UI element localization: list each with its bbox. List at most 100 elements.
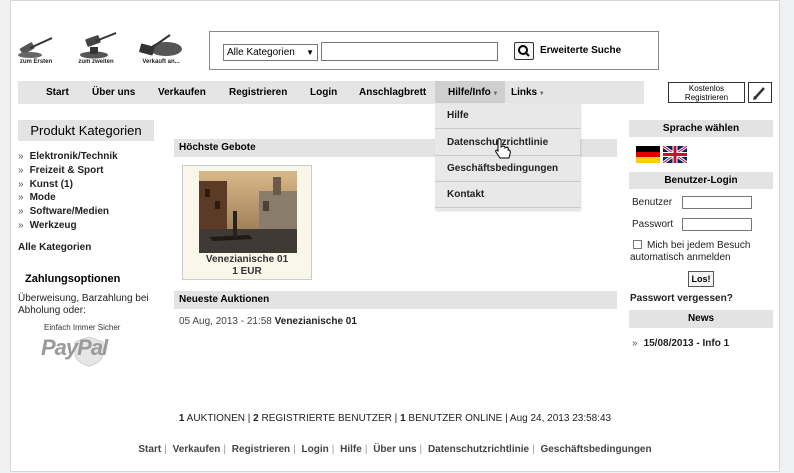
site-stats: 1 AUKTIONEN | 2 REGISTRIERTE BENUTZER | … bbox=[178, 413, 612, 424]
nav-verkaufen[interactable]: Verkaufen bbox=[158, 87, 206, 98]
username-input[interactable] bbox=[682, 196, 752, 209]
edit-button[interactable] bbox=[748, 82, 772, 103]
bullet-icon: » bbox=[18, 165, 24, 176]
nav-login[interactable]: Login bbox=[310, 87, 337, 98]
footer-link-hilfe[interactable]: Hilfe bbox=[340, 444, 362, 455]
bullet-icon: » bbox=[18, 192, 24, 203]
footer-link-datenschutz[interactable]: Datenschutzrichtlinie bbox=[428, 444, 529, 455]
register-line1: Kostenlos bbox=[688, 84, 725, 93]
nav-start[interactable]: Start bbox=[46, 87, 69, 98]
stat-online-label: BENUTZER ONLINE bbox=[408, 413, 503, 424]
username-label: Benutzer bbox=[632, 197, 673, 208]
forgot-password-link[interactable]: Passwort vergessen? bbox=[630, 293, 733, 304]
register-free-button[interactable]: Kostenlos Registrieren bbox=[668, 82, 745, 103]
category-label: Mode bbox=[29, 192, 56, 203]
category-item[interactable]: » Werkzeug bbox=[18, 220, 77, 231]
search-button[interactable] bbox=[514, 42, 534, 60]
category-item[interactable]: » Kunst (1) bbox=[18, 179, 73, 190]
flag-germany-icon[interactable] bbox=[636, 146, 660, 163]
gavel-icon bbox=[18, 37, 53, 58]
chevron-down-icon: ▼ bbox=[306, 48, 314, 57]
category-label: Werkzeug bbox=[29, 220, 77, 231]
bullet-icon: » bbox=[18, 151, 24, 162]
flag-uk-icon[interactable] bbox=[663, 146, 687, 163]
password-label: Passwort bbox=[632, 219, 674, 230]
category-item[interactable]: » Mode bbox=[18, 192, 56, 203]
password-input[interactable] bbox=[682, 218, 752, 231]
bullet-icon: » bbox=[18, 179, 24, 190]
news-header: News bbox=[629, 310, 773, 328]
newest-auction-date: 05 Aug, 2013 - 21:58 bbox=[179, 316, 272, 327]
footer-links: Start | Verkaufen | Registrieren | Login | H… bbox=[138, 444, 652, 455]
main-nav: Start Über uns Verkaufen Registrieren Lo… bbox=[18, 81, 644, 104]
logo-zum-zweiten[interactable]: zum zweiten bbox=[74, 31, 118, 65]
logo-label: zum Ersten bbox=[19, 59, 53, 65]
newest-auction-row: 05 Aug, 2013 - 21:58 Venezianische 01 bbox=[179, 316, 357, 327]
language-header: Sprache wählen bbox=[629, 120, 773, 137]
hand-cursor-icon bbox=[495, 138, 511, 159]
advanced-search-link[interactable]: Erweiterte Suche bbox=[540, 45, 621, 56]
payment-text: Überweisung, Barzahlung bei Abholung ode… bbox=[18, 293, 149, 316]
categories-header: Produkt Kategorien bbox=[18, 120, 154, 141]
footer-link-start[interactable]: Start bbox=[138, 444, 161, 455]
dropdown-item-geschaeftsbedingungen[interactable]: Geschäftsbedingungen bbox=[447, 163, 558, 174]
pencil-icon bbox=[753, 87, 765, 100]
gavel-icon bbox=[80, 32, 117, 59]
newest-auction-link[interactable]: Venezianische 01 bbox=[275, 316, 357, 327]
logo-label: Verkauft an... bbox=[142, 59, 180, 65]
stat-users-label: REGISTRIERTE BENUTZER bbox=[261, 413, 392, 424]
search-panel: Alle Kategorien ▼ Erweiterte Suche bbox=[209, 31, 659, 70]
dropdown-item-kontakt[interactable]: Kontakt bbox=[447, 189, 484, 200]
nav-registrieren[interactable]: Registrieren bbox=[229, 87, 287, 98]
news-item-label: 15/08/2013 - Info 1 bbox=[643, 338, 730, 349]
logo-zum-ersten[interactable]: zum Ersten bbox=[16, 31, 56, 65]
search-icon bbox=[518, 45, 530, 57]
nav-hilfe-info-label: Hilfe/Info bbox=[448, 87, 491, 98]
category-item[interactable]: » Elektronik/Technik bbox=[18, 151, 118, 162]
product-name[interactable]: Venezianische 01 bbox=[183, 254, 311, 265]
remember-label: Mich bei jedem Besuch automatisch anmeld… bbox=[630, 240, 751, 263]
category-label: Kunst (1) bbox=[29, 179, 73, 190]
divider bbox=[435, 207, 580, 208]
bullet-icon: » bbox=[18, 220, 24, 231]
category-label: Elektronik/Technik bbox=[29, 151, 118, 162]
nav-ueber-uns[interactable]: Über uns bbox=[92, 87, 135, 98]
paypal-tagline: Einfach Immer Sicher bbox=[44, 323, 121, 332]
footer-link-verkaufen[interactable]: Verkaufen bbox=[173, 444, 221, 455]
footer-link-geschaeftsbedingungen[interactable]: Geschäftsbedingungen bbox=[540, 444, 651, 455]
nav-hilfe-info[interactable]: Hilfe/Info ▼ bbox=[448, 87, 498, 98]
nav-anschlagbrett[interactable]: Anschlagbrett bbox=[359, 87, 426, 98]
footer-link-login[interactable]: Login bbox=[302, 444, 329, 455]
category-select[interactable]: Alle Kategorien ▼ bbox=[223, 44, 318, 61]
product-card[interactable]: Venezianische 01 1 EUR bbox=[182, 165, 312, 280]
divider bbox=[435, 181, 580, 182]
stat-datetime: Aug 24, 2013 23:58:43 bbox=[509, 413, 612, 424]
paypal-logo: PayPal bbox=[41, 333, 127, 367]
logo-label: zum zweiten bbox=[78, 59, 114, 65]
login-header: Benutzer-Login bbox=[629, 172, 773, 189]
payment-title: Zahlungsoptionen bbox=[25, 273, 121, 285]
search-input[interactable] bbox=[321, 42, 498, 61]
bullet-icon: » bbox=[18, 206, 24, 217]
chevron-down-icon: ▼ bbox=[490, 91, 499, 97]
news-item[interactable]: » 15/08/2013 - Info 1 bbox=[632, 338, 729, 349]
logo-verkauft[interactable]: Verkauft an... bbox=[136, 31, 186, 65]
category-label: Freizeit & Sport bbox=[29, 165, 104, 176]
divider bbox=[435, 128, 580, 129]
all-categories-link[interactable]: Alle Kategorien bbox=[18, 242, 91, 253]
category-item[interactable]: » Software/Medien bbox=[18, 206, 109, 217]
product-image[interactable] bbox=[199, 171, 297, 253]
footer-link-ueber-uns[interactable]: Über uns bbox=[373, 444, 416, 455]
category-label: Software/Medien bbox=[29, 206, 110, 217]
nav-links-label: Links bbox=[511, 87, 538, 98]
register-line2: Registrieren bbox=[684, 93, 729, 102]
login-button[interactable]: Los! bbox=[688, 271, 714, 287]
stat-online-count: 1 bbox=[400, 413, 406, 424]
page: zum Ersten zum zweiten Verkauft an... Al… bbox=[10, 0, 780, 472]
footer-link-registrieren[interactable]: Registrieren bbox=[232, 444, 290, 455]
category-item[interactable]: » Freizeit & Sport bbox=[18, 165, 103, 176]
dropdown-item-hilfe[interactable]: Hilfe bbox=[447, 110, 469, 121]
gavel-icon bbox=[139, 34, 182, 56]
category-select-value: Alle Kategorien bbox=[227, 47, 295, 58]
nav-links[interactable]: Links ▼ bbox=[511, 87, 545, 98]
